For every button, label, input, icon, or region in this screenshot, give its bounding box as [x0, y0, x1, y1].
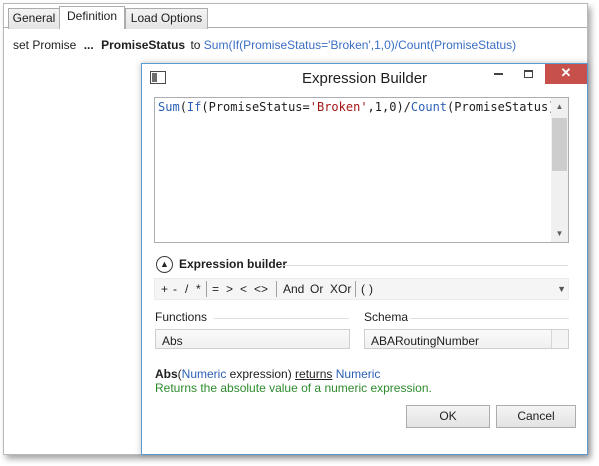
- definition-field[interactable]: PromiseStatus: [101, 38, 185, 52]
- expression-editor[interactable]: Sum(If(PromiseStatus='Broken',1,0)/Count…: [154, 97, 569, 243]
- op-or[interactable]: Or: [310, 282, 323, 296]
- code-fn-count: Count: [410, 100, 448, 114]
- tab-definition[interactable]: Definition: [59, 6, 125, 29]
- minimize-icon: [493, 72, 503, 75]
- schema-label: Schema: [364, 310, 409, 324]
- tab-bar: General Definition Load Options: [4, 4, 587, 29]
- toolbar-overflow-icon[interactable]: ▼: [557, 284, 566, 294]
- op-multiply[interactable]: *: [196, 282, 201, 296]
- definition-prefix: set Promise: [13, 38, 77, 52]
- op-plus[interactable]: +: [161, 282, 168, 296]
- signature-name: Abs: [155, 367, 178, 381]
- tab-general[interactable]: General: [8, 8, 60, 29]
- signature-param-type[interactable]: Numeric: [182, 367, 227, 381]
- code-part: (PromiseStatus=: [201, 100, 310, 114]
- op-and[interactable]: And: [283, 282, 304, 296]
- op-minus[interactable]: -: [173, 282, 177, 296]
- toolbar-separator: [355, 281, 356, 297]
- code-fn-if: If: [186, 100, 202, 114]
- minimize-button[interactable]: [484, 64, 512, 84]
- functions-list[interactable]: Abs: [155, 329, 350, 349]
- definition-expression-link[interactable]: Sum(If(PromiseStatus='Broken',1,0)/Count…: [204, 38, 516, 52]
- code-part: (PromiseStatus): [447, 100, 556, 114]
- function-description: Returns the absolute value of a numeric …: [155, 381, 432, 395]
- scroll-down-icon[interactable]: ▼: [551, 225, 568, 242]
- close-button[interactable]: ✕: [545, 64, 587, 84]
- maximize-icon: [523, 69, 533, 78]
- op-not-equal[interactable]: <>: [254, 282, 268, 296]
- schema-list-item[interactable]: ABARoutingNumber: [371, 334, 479, 348]
- close-icon: ✕: [560, 65, 572, 80]
- functions-divider: [214, 318, 349, 319]
- definition-line: set Promise ... PromiseStatus to Sum(If(…: [13, 38, 516, 52]
- collapse-chevron-icon[interactable]: ▲: [156, 256, 173, 273]
- schema-divider: [410, 318, 569, 319]
- op-greater[interactable]: >: [226, 282, 233, 296]
- op-equals[interactable]: =: [212, 282, 219, 296]
- expression-builder-label: Expression builder: [179, 257, 288, 271]
- functions-list-item[interactable]: Abs: [162, 334, 183, 348]
- signature-rest: expression): [226, 367, 296, 381]
- code-part: ,1,0)/: [367, 100, 411, 114]
- expression-text: Sum(If(PromiseStatus='Broken',1,0)/Count…: [158, 100, 555, 114]
- definition-to: to: [190, 38, 201, 52]
- toolbar-separator: [206, 281, 207, 297]
- section-divider: [281, 265, 568, 266]
- toolbar-separator: [276, 281, 277, 297]
- tab-load-options[interactable]: Load Options: [125, 8, 208, 29]
- signature-returns: returns: [295, 367, 333, 381]
- op-divide[interactable]: /: [185, 282, 188, 296]
- op-less[interactable]: <: [240, 282, 247, 296]
- scroll-up-icon[interactable]: ▲: [551, 98, 568, 115]
- schema-list[interactable]: ABARoutingNumber: [364, 329, 569, 349]
- ok-button[interactable]: OK: [406, 405, 490, 428]
- signature-return-type[interactable]: Numeric: [336, 367, 381, 381]
- function-signature: Abs(Numeric expression) returns Numeric: [155, 367, 380, 381]
- functions-label: Functions: [155, 310, 208, 324]
- definition-ellipsis[interactable]: ...: [84, 38, 94, 52]
- code-fn-sum: Sum: [158, 100, 180, 114]
- op-open-paren[interactable]: (: [361, 282, 365, 296]
- scroll-thumb[interactable]: [552, 118, 567, 171]
- operator-toolbar: + - / * = > < <> And Or XOr ( ) ▼: [154, 278, 569, 300]
- editor-scrollbar[interactable]: ▲ ▼: [551, 98, 568, 242]
- schema-list-scrollbar[interactable]: [551, 330, 568, 348]
- op-xor[interactable]: XOr: [330, 282, 351, 296]
- maximize-button[interactable]: [514, 64, 542, 84]
- expression-builder-dialog: Expression Builder ✕ Sum(If(PromiseStatu…: [141, 63, 588, 455]
- cancel-button[interactable]: Cancel: [496, 405, 576, 428]
- code-part: (: [179, 100, 187, 114]
- dialog-titlebar[interactable]: Expression Builder ✕: [142, 64, 587, 92]
- op-close-paren[interactable]: ): [369, 282, 373, 296]
- code-string-literal: 'Broken': [309, 100, 368, 114]
